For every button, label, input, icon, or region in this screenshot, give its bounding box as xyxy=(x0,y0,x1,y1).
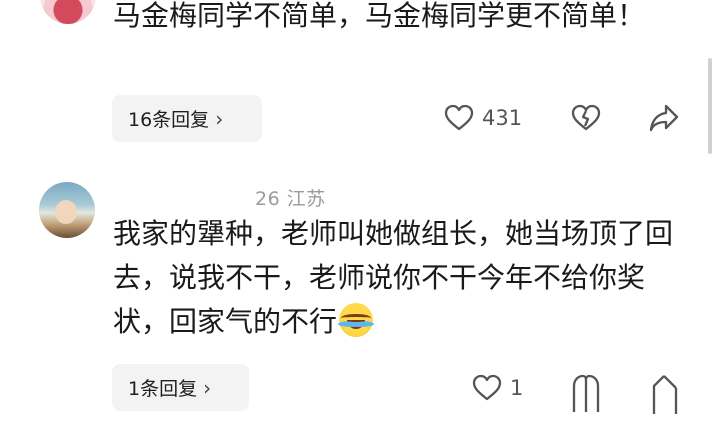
replies-label: 1条回复 xyxy=(128,378,198,400)
like-button[interactable]: 1 xyxy=(472,374,523,402)
laughing-crying-emoji-icon xyxy=(339,303,374,337)
dislike-button[interactable] xyxy=(571,374,601,414)
share-arrow-icon xyxy=(648,103,680,133)
share-arrow-icon xyxy=(650,374,678,414)
comment-text: 马金梅同学不简单，马金梅同学更不简单！ xyxy=(113,0,646,32)
view-replies-button[interactable]: 1条回复 › xyxy=(112,364,249,411)
heart-icon xyxy=(444,104,474,132)
view-replies-button[interactable]: 16条回复 › xyxy=(112,95,262,142)
share-button[interactable] xyxy=(650,374,678,414)
scrollbar[interactable] xyxy=(708,58,712,154)
heart-icon xyxy=(472,374,502,402)
comment-body: 我家的犟种，老师叫她做组长，她当场顶了回去，说我不干，老师说你不干今年不给你奖状… xyxy=(113,217,674,338)
comment-text: 我家的犟种，老师叫她做组长，她当场顶了回去，说我不干，老师说你不干今年不给你奖状… xyxy=(113,212,693,344)
avatar[interactable] xyxy=(39,182,95,238)
broken-heart-icon xyxy=(571,104,601,132)
chevron-right-icon: › xyxy=(203,375,212,400)
dislike-button[interactable] xyxy=(571,104,601,132)
chevron-right-icon: › xyxy=(215,106,224,131)
avatar[interactable] xyxy=(40,0,96,24)
like-count: 1 xyxy=(510,376,524,400)
share-button[interactable] xyxy=(648,103,680,133)
like-count: 431 xyxy=(482,106,523,130)
avatar-face xyxy=(55,200,77,224)
replies-label: 16条回复 xyxy=(128,109,210,131)
broken-heart-icon xyxy=(571,374,601,414)
comment-meta: 26 江苏 xyxy=(255,188,326,210)
like-button[interactable]: 431 xyxy=(444,104,522,132)
